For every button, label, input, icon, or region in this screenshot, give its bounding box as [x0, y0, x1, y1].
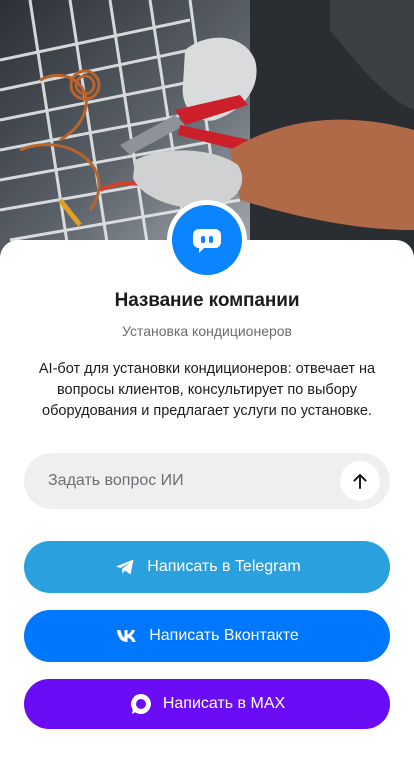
max-icon: [129, 692, 153, 716]
telegram-button-label: Написать в Telegram: [147, 558, 301, 575]
chat-bot-icon: [193, 229, 221, 253]
avatar: [167, 200, 247, 280]
vk-button-label: Написать Вконтакте: [149, 627, 299, 644]
max-button-label: Написать в MAX: [162, 695, 286, 712]
company-description: AI-бот для установки кондиционеров: отве…: [38, 361, 376, 419]
ask-ai-field: [24, 453, 390, 509]
arrow-up-icon: [353, 474, 367, 489]
telegram-icon: [113, 555, 137, 579]
send-button[interactable]: [340, 461, 380, 501]
company-name: Название компании: [114, 290, 300, 311]
ask-ai-input[interactable]: [48, 453, 348, 509]
company-subtitle: Установка кондиционеров: [121, 323, 292, 339]
max-button[interactable]: Написать в MAX: [24, 679, 390, 729]
telegram-button[interactable]: Написать в Telegram: [24, 541, 390, 593]
vk-button[interactable]: Написать Вконтакте: [24, 610, 390, 662]
avatar-circle: [172, 205, 242, 275]
vk-icon: [115, 624, 139, 648]
